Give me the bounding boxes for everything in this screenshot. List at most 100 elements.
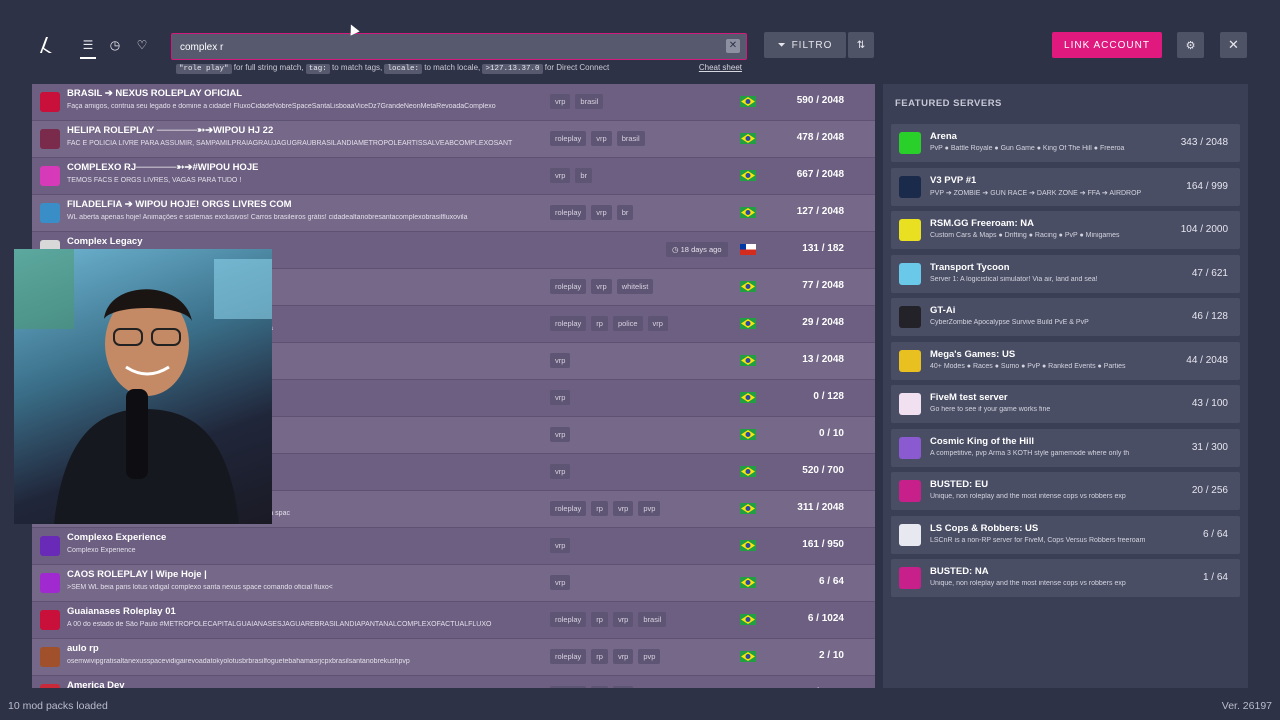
featured-player-count: 47 / 621 <box>1191 267 1228 279</box>
close-button[interactable]: ✕ <box>1220 32 1247 58</box>
featured-server-card[interactable]: V3 PVP #1 PVP ➔ ZOMBIE ➔ GUN RACE ➔ DARK… <box>891 167 1240 206</box>
clear-search-icon[interactable]: ✕ <box>726 39 740 53</box>
server-tag: brasil <box>616 131 645 146</box>
server-tag: vrp <box>612 501 634 516</box>
player-count: 127 / 2048 <box>796 206 844 217</box>
gear-icon: ⚙ <box>1185 39 1196 52</box>
cheat-sheet-link[interactable]: Cheat sheet <box>699 63 742 72</box>
server-tag: rp <box>591 612 608 627</box>
featured-server-icon <box>899 393 921 415</box>
server-tag: pvp <box>638 501 661 516</box>
server-tags: roleplay rp police vrp <box>550 316 668 331</box>
sort-button[interactable]: ⇅ <box>848 32 874 58</box>
featured-server-card[interactable]: LS Cops & Robbers: US LSCnR is a non-RP … <box>891 515 1240 554</box>
featured-server-description: LSCnR is a non-RP server for FiveM, Cops… <box>930 536 1146 544</box>
brazil-flag-icon <box>740 392 756 403</box>
featured-server-card[interactable]: GT-Ai CyberZombie Apocalypse Survive Bui… <box>891 298 1240 336</box>
featured-server-description: Custom Cars & Maps ● Drifting ● Racing ●… <box>930 232 1120 239</box>
server-tags: vrp <box>550 464 571 479</box>
server-tag: vrp <box>550 427 571 442</box>
server-tags: vrp <box>550 390 571 405</box>
featured-server-card[interactable]: BUSTED: EU Unique, non roleplay and the … <box>891 472 1240 510</box>
history-icon[interactable]: ◷ <box>107 37 123 53</box>
featured-server-card[interactable]: RSM.GG Freeroam: NA Custom Cars & Maps ●… <box>891 211 1240 249</box>
server-tag: vrp <box>550 353 571 368</box>
featured-title: FEATURED SERVERS <box>895 98 1002 109</box>
player-count: 29 / 2048 <box>802 317 844 328</box>
player-count: 0 / 128 <box>813 391 844 402</box>
server-tag: roleplay <box>550 501 587 516</box>
clock-icon: ◷ <box>672 245 681 254</box>
server-row[interactable]: aulo rp osemwivipgratisaltanexusspacevid… <box>32 639 875 676</box>
brazil-flag-icon <box>740 540 756 551</box>
brazil-flag-icon <box>740 466 756 477</box>
server-tag: pvp <box>638 649 661 664</box>
server-tags: vrp br <box>550 168 593 183</box>
featured-server-card[interactable]: Cosmic King of the Hill A competitive, p… <box>891 428 1240 467</box>
server-description: osemwivipgratisaltanexusspacevidigairevo… <box>67 658 410 665</box>
featured-server-card[interactable]: Arena PvP ● Battle Royale ● Gun Game ● K… <box>891 124 1240 162</box>
server-tags: vrp <box>550 427 571 442</box>
featured-server-name: Mega's Games: US <box>930 348 1016 360</box>
streamer-image <box>14 249 272 524</box>
server-tags: roleplay vrp br <box>550 205 634 220</box>
search-input[interactable] <box>178 38 702 57</box>
featured-server-icon <box>899 262 921 285</box>
player-count: 2 / 10 <box>818 650 844 661</box>
filter-icon: ⏷ <box>777 39 787 51</box>
server-icon <box>40 129 60 149</box>
updated-badge: ◷ 18 days ago <box>666 242 728 257</box>
player-count: 311 / 2048 <box>797 502 844 513</box>
featured-player-count: 343 / 2048 <box>1180 137 1228 148</box>
server-tags: roleplay rp vrp brasil <box>550 612 667 627</box>
server-icon <box>40 647 60 667</box>
player-count: 77 / 2048 <box>802 280 844 291</box>
settings-button[interactable]: ⚙ <box>1177 32 1204 58</box>
server-row[interactable]: BRASIL ➔ NEXUS ROLEPLAY OFICIAL Faça ami… <box>32 84 875 121</box>
server-name: COMPLEXO RJ──────➳➔#WIPOU HOJE <box>67 162 259 173</box>
brazil-flag-icon <box>740 207 756 218</box>
fivem-logo-icon[interactable] <box>38 36 54 54</box>
server-name: HELIPA ROLEPLAY ──────➳➔WIPOU HJ 22 <box>67 125 274 136</box>
featured-server-name: FiveM test server <box>930 392 1008 403</box>
server-row[interactable]: Guaianases Roleplay 01 A 00 do estado de… <box>32 602 875 639</box>
player-count: 13 / 2048 <box>802 354 844 365</box>
server-tag: vrp <box>591 279 612 294</box>
server-description: WL aberta apenas hoje! Animações e siste… <box>67 214 468 221</box>
server-row[interactable]: HELIPA ROLEPLAY ──────➳➔WIPOU HJ 22 FAC … <box>32 121 875 158</box>
featured-server-icon <box>899 219 921 241</box>
filter-button[interactable]: ⏷ FILTRO <box>764 32 846 58</box>
featured-server-name: BUSTED: EU <box>930 479 989 490</box>
server-tag: roleplay <box>550 205 587 220</box>
server-tag: vrp <box>612 649 634 664</box>
server-row[interactable]: FILADELFIA ➔ WIPOU HOJE! ORGS LIVRES COM… <box>32 195 875 232</box>
server-tag: brasil <box>575 94 604 109</box>
featured-server-card[interactable]: Mega's Games: US 40+ Modes ● Races ● Sum… <box>891 341 1240 380</box>
server-tag: vrp <box>550 168 571 183</box>
featured-server-name: BUSTED: NA <box>930 566 989 577</box>
link-account-button[interactable]: LINK ACCOUNT <box>1052 32 1162 58</box>
hint-code: >127.13.37.0 <box>482 64 543 74</box>
server-row[interactable]: COMPLEXO RJ──────➳➔#WIPOU HOJE TEMOS FAC… <box>32 158 875 195</box>
brazil-flag-icon <box>740 651 756 662</box>
list-icon[interactable]: ☰ <box>80 37 96 59</box>
server-row[interactable]: Complexo Experience Complexo Experience … <box>32 528 875 565</box>
status-mod-packs: 10 mod packs loaded <box>8 700 108 712</box>
featured-server-name: V3 PVP #1 <box>930 174 977 186</box>
server-tag: vrp <box>550 538 571 553</box>
featured-server-card[interactable]: FiveM test server Go here to see if your… <box>891 385 1240 423</box>
server-row[interactable]: CAOS ROLEPLAY | Wipe Hoje | >SEM WL beia… <box>32 565 875 602</box>
heart-icon[interactable]: ♡ <box>134 37 150 53</box>
player-count: 6 / 1024 <box>807 613 844 624</box>
server-tag: roleplay <box>550 649 587 664</box>
featured-server-description: Go here to see if your game works fine <box>930 406 1051 413</box>
featured-player-count: 31 / 300 <box>1191 441 1228 453</box>
server-tag: whitelist <box>616 279 654 294</box>
server-tags: vrp <box>550 353 571 368</box>
server-row[interactable]: America Dev America roleplay europa seas… <box>32 676 875 688</box>
featured-server-card[interactable]: Transport Tycoon Server 1: A logicistica… <box>891 254 1240 293</box>
webcam-overlay <box>14 249 272 524</box>
brazil-flag-icon <box>740 503 756 514</box>
featured-server-card[interactable]: BUSTED: NA Unique, non roleplay and the … <box>891 559 1240 597</box>
player-count: 161 / 950 <box>802 539 844 550</box>
